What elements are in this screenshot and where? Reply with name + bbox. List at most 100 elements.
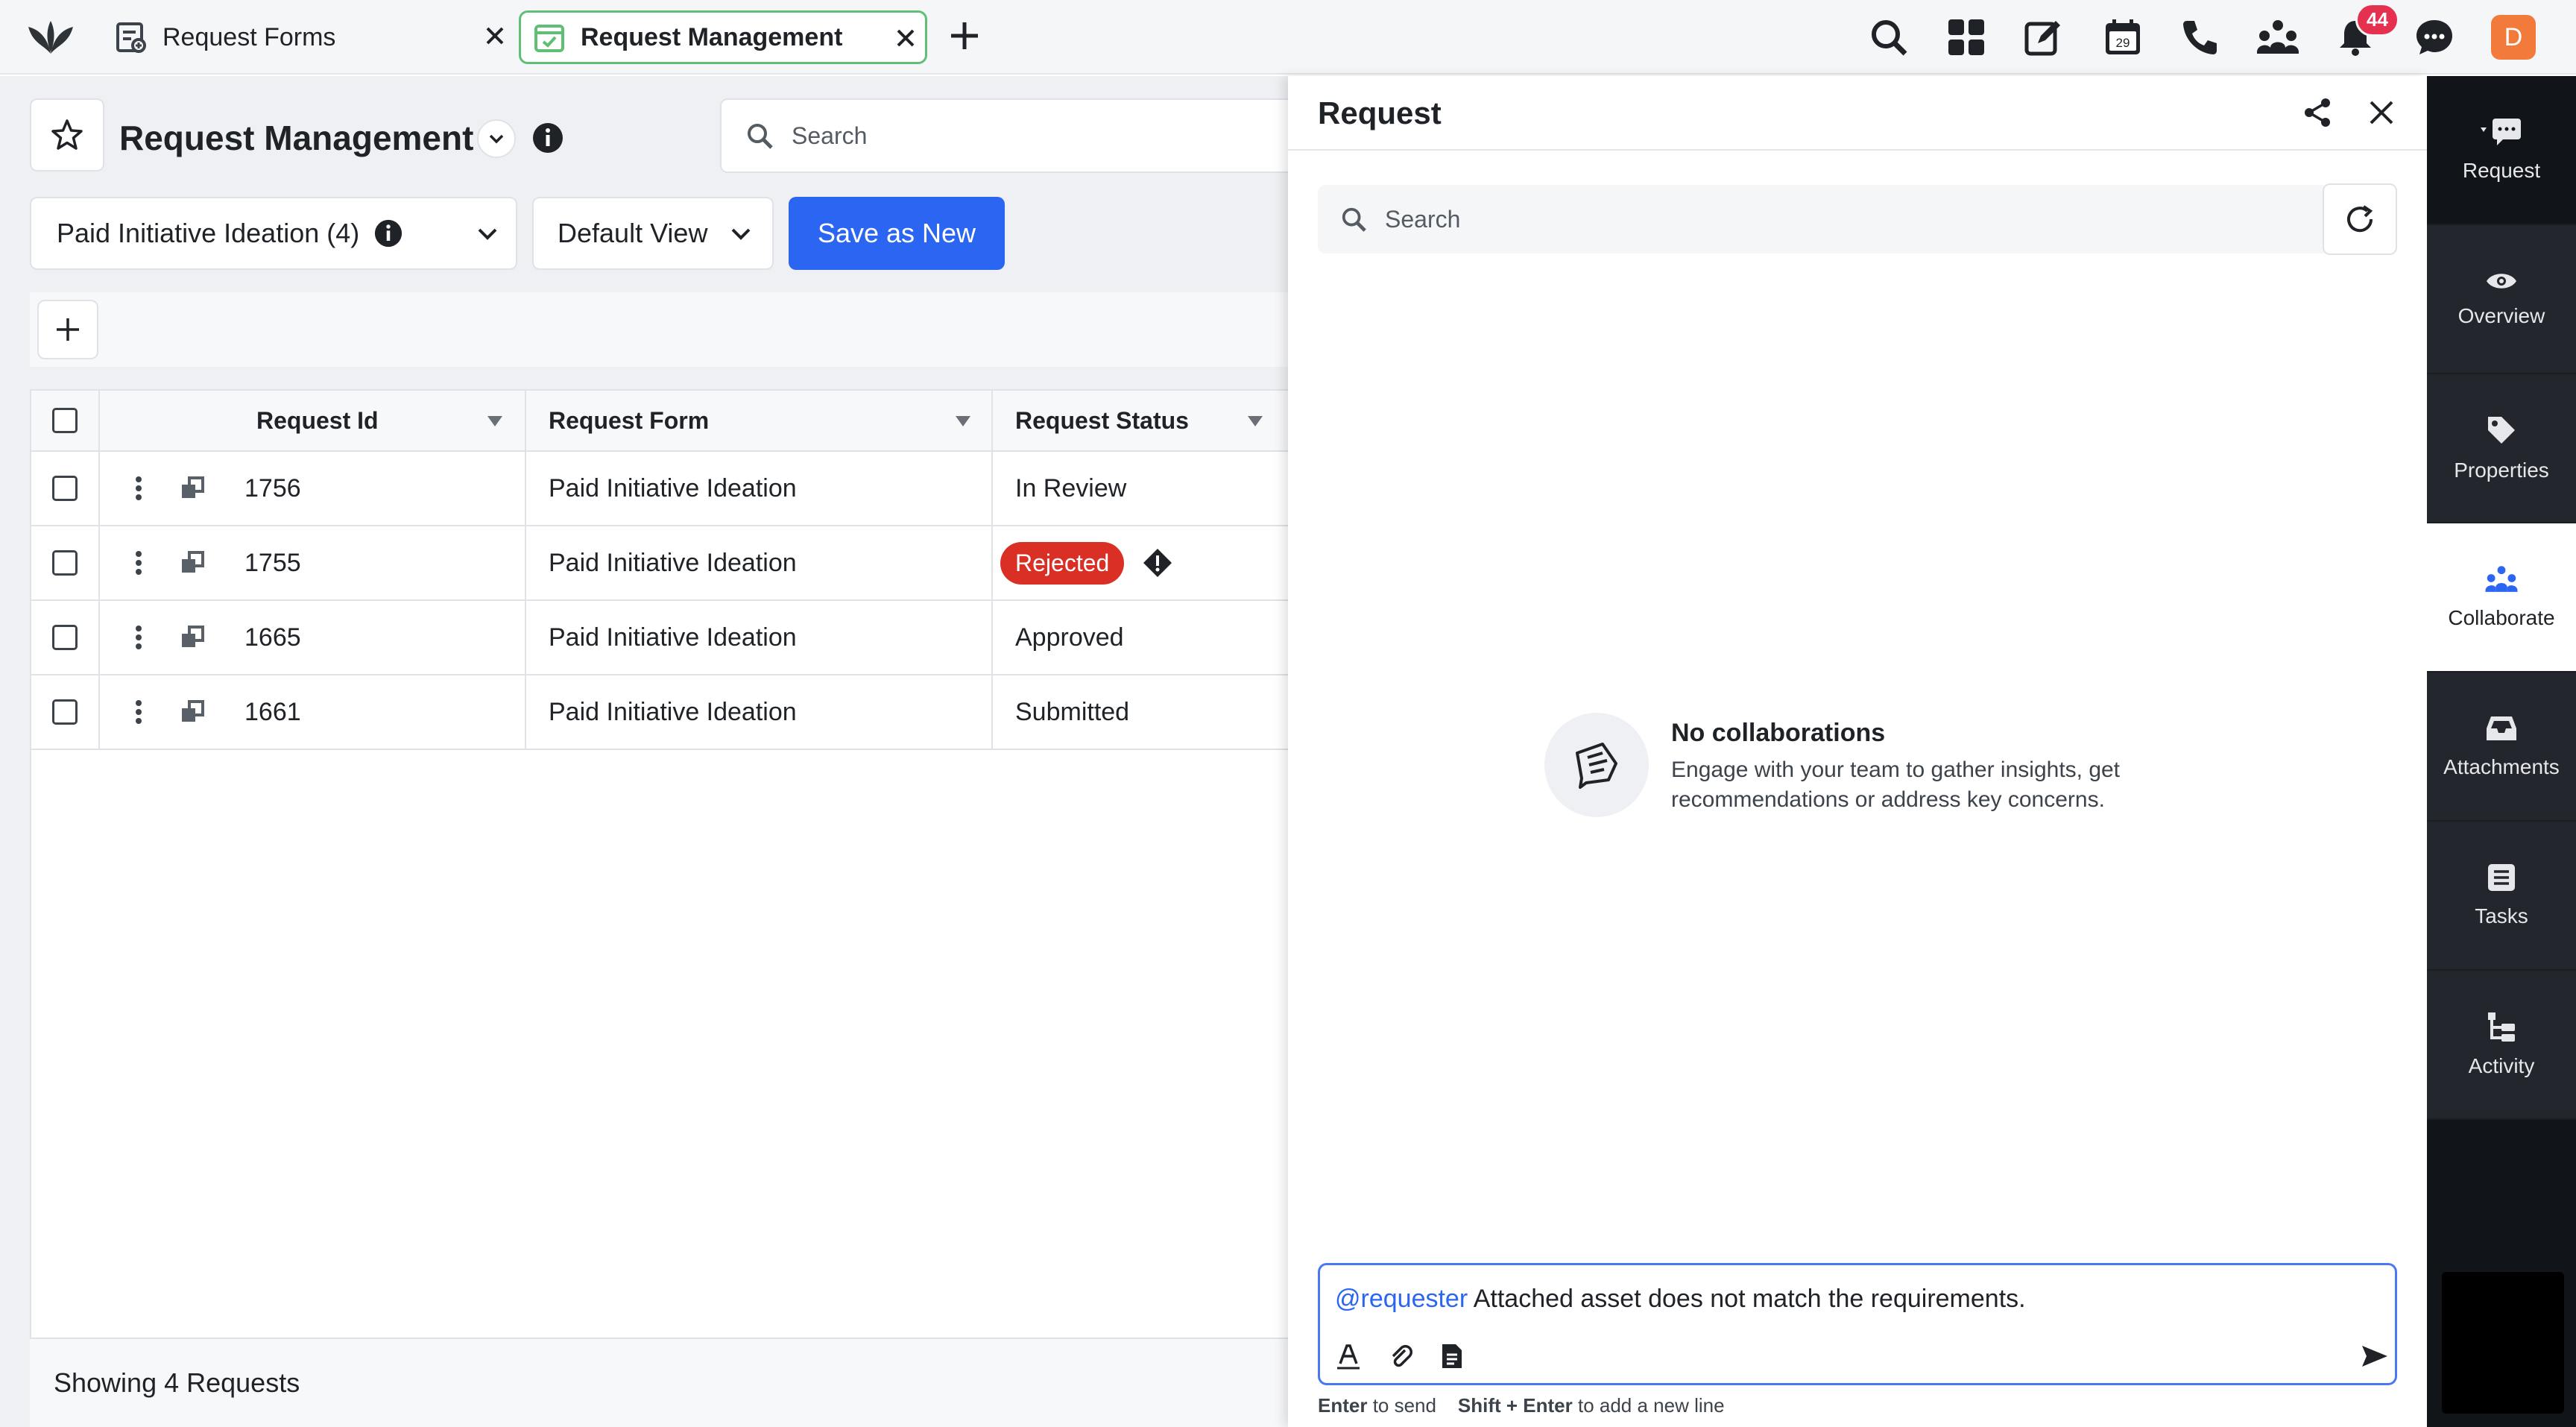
row-menu-icon[interactable] xyxy=(134,624,143,651)
warning-diamond-icon[interactable] xyxy=(1142,547,1173,579)
rail-item-tasks[interactable]: Tasks xyxy=(2427,822,2576,971)
close-tab-icon[interactable] xyxy=(483,24,507,48)
view-selector-dropdown[interactable]: Paid Initiative Ideation (4) xyxy=(30,197,517,270)
inbox-icon xyxy=(2485,714,2518,743)
document-icon[interactable] xyxy=(1439,1343,1465,1370)
column-header-request-form[interactable]: Request Form xyxy=(526,391,993,452)
row-checkbox[interactable] xyxy=(52,550,78,576)
request-form-cell: Paid Initiative Ideation xyxy=(526,452,993,525)
rail-bottom-panel xyxy=(2442,1272,2564,1414)
rail-label: Properties xyxy=(2454,459,2549,482)
refresh-icon xyxy=(2343,202,2377,236)
save-as-new-button[interactable]: Save as New xyxy=(789,197,1005,270)
phone-icon[interactable] xyxy=(2178,15,2223,60)
add-button[interactable] xyxy=(37,300,98,359)
main-search-input[interactable]: Search xyxy=(720,98,1294,173)
select-all-checkbox[interactable] xyxy=(52,408,78,433)
rail-label: Activity xyxy=(2468,1054,2535,1077)
chevron-down-icon xyxy=(487,129,506,148)
open-in-new-icon[interactable] xyxy=(180,699,206,725)
sort-caret-icon[interactable] xyxy=(954,415,972,428)
rail-item-collaborate[interactable]: Collaborate xyxy=(2427,523,2576,672)
message-composer[interactable]: @requester Attached asset does not match… xyxy=(1318,1263,2397,1385)
info-icon[interactable] xyxy=(532,122,564,154)
mention-requester[interactable]: @requester xyxy=(1335,1285,1468,1313)
tag-icon xyxy=(2485,414,2518,447)
rail-item-overview[interactable]: Overview xyxy=(2427,225,2576,374)
select-all-header xyxy=(31,391,100,452)
column-header-request-status[interactable]: Request Status xyxy=(993,391,1291,452)
table-row[interactable]: 1661 Paid Initiative Ideation Submitted xyxy=(31,675,1291,750)
sort-caret-icon[interactable] xyxy=(1246,415,1264,428)
table-row[interactable]: 1756 Paid Initiative Ideation In Review xyxy=(31,452,1291,526)
column-header-request-id[interactable]: Request Id xyxy=(100,391,526,452)
column-header-label: Request Id xyxy=(256,406,379,434)
share-icon[interactable] xyxy=(2302,97,2333,128)
svg-text:29: 29 xyxy=(2116,36,2130,50)
text-format-icon[interactable] xyxy=(1335,1343,1362,1370)
panel-title: Request xyxy=(1318,95,1442,130)
tab-request-management[interactable]: Request Management xyxy=(519,10,927,64)
apps-grid-icon[interactable] xyxy=(1944,15,1989,60)
empty-state-illustration xyxy=(1544,713,1649,817)
rail-item-attachments[interactable]: Attachments xyxy=(2427,672,2576,822)
rail-item-properties[interactable]: Properties xyxy=(2427,374,2576,523)
user-avatar[interactable]: D xyxy=(2491,15,2536,60)
calendar-check-icon xyxy=(533,21,566,54)
rail-item-activity[interactable]: Activity xyxy=(2427,971,2576,1120)
app-logo-icon[interactable] xyxy=(27,18,75,57)
row-checkbox[interactable] xyxy=(52,476,78,501)
row-select-cell xyxy=(31,452,100,525)
refresh-button[interactable] xyxy=(2323,183,2397,255)
sort-caret-icon[interactable] xyxy=(486,415,504,428)
table-row[interactable]: 1665 Paid Initiative Ideation Approved xyxy=(31,601,1291,675)
table-footer: Showing 4 Requests xyxy=(30,1338,1289,1427)
close-panel-icon[interactable] xyxy=(2367,98,2396,127)
row-checkbox[interactable] xyxy=(52,699,78,725)
collaboration-search-input[interactable]: Search xyxy=(1318,185,2332,253)
calendar-icon[interactable]: 29 xyxy=(2100,15,2145,60)
star-icon xyxy=(51,119,83,151)
row-menu-icon[interactable] xyxy=(134,549,143,576)
row-select-cell xyxy=(31,526,100,599)
results-count: Showing 4 Requests xyxy=(54,1367,300,1398)
activity-tree-icon xyxy=(2487,1011,2516,1042)
request-id-cell: 1661 xyxy=(100,675,526,749)
title-dropdown-button[interactable] xyxy=(477,119,516,158)
request-status-cell: In Review xyxy=(993,452,1291,525)
chat-document-icon xyxy=(1570,738,1623,792)
hint-text-send: to send xyxy=(1367,1394,1436,1417)
open-in-new-icon[interactable] xyxy=(180,550,206,576)
request-id: 1665 xyxy=(244,623,301,652)
open-in-new-icon[interactable] xyxy=(180,625,206,650)
compose-icon[interactable] xyxy=(2021,15,2066,60)
row-menu-icon[interactable] xyxy=(134,475,143,502)
send-icon[interactable] xyxy=(2361,1343,2389,1370)
status-text: Submitted xyxy=(1015,697,1130,726)
attachment-clip-icon[interactable] xyxy=(1387,1343,1414,1370)
rail-label: Tasks xyxy=(2475,904,2528,927)
table-row[interactable]: 1755 Paid Initiative Ideation Rejected xyxy=(31,526,1291,601)
add-tab-icon[interactable] xyxy=(948,19,981,52)
row-checkbox[interactable] xyxy=(52,625,78,650)
chat-icon[interactable] xyxy=(2412,15,2457,60)
status-badge-rejected: Rejected xyxy=(1000,541,1125,585)
collaborate-icon[interactable] xyxy=(2255,15,2300,60)
favorite-button[interactable] xyxy=(30,98,104,171)
message-input[interactable]: @requester Attached asset does not match… xyxy=(1335,1285,2026,1314)
page-title: Request Management xyxy=(119,119,474,157)
rail-item-request[interactable]: Request xyxy=(2427,76,2576,225)
toolbar-strip xyxy=(30,292,1289,367)
tab-request-forms[interactable]: Request Forms xyxy=(115,10,504,64)
open-in-new-icon[interactable] xyxy=(180,476,206,501)
close-tab-icon[interactable] xyxy=(894,26,918,50)
request-form: Paid Initiative Ideation xyxy=(549,548,797,577)
search-icon[interactable] xyxy=(1866,15,1911,60)
request-status-cell: Approved xyxy=(993,601,1291,674)
row-menu-icon[interactable] xyxy=(134,699,143,725)
tasks-list-icon xyxy=(2487,863,2516,892)
request-id-cell: 1755 xyxy=(100,526,526,599)
requests-table: Request Id Request Form Request Status 1… xyxy=(30,389,1291,1427)
default-view-dropdown[interactable]: Default View xyxy=(532,197,774,270)
tab-label: Request Forms xyxy=(162,22,336,51)
